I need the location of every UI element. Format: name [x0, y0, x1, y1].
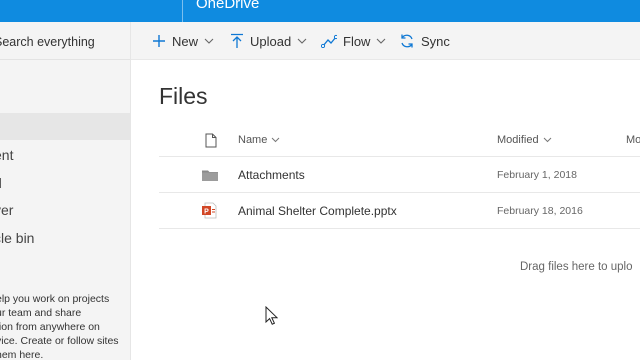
- promo-line: tion from anywhere on: [0, 321, 100, 333]
- promo-line: elp you work on projects: [0, 293, 110, 305]
- app-title[interactable]: OneDrive: [196, 0, 259, 14]
- promo-line: ur team and share: [0, 307, 82, 319]
- left-navigation: ent d ver cle bin elp you work on projec…: [0, 22, 131, 360]
- flow-icon: [321, 34, 337, 48]
- column-header-name[interactable]: Name: [238, 134, 280, 146]
- upload-icon: [230, 33, 244, 49]
- chevron-down-icon: [543, 137, 552, 143]
- file-list-header: Name Modified Mo: [159, 125, 640, 157]
- column-header-modified[interactable]: Modified: [497, 134, 552, 146]
- promo-line: hem here.: [0, 349, 44, 360]
- nav-item-discover[interactable]: ver: [0, 201, 13, 219]
- column-header-modified-label: Modified: [497, 134, 539, 146]
- new-button[interactable]: New: [152, 32, 214, 50]
- file-modified-date: February 1, 2018: [497, 169, 577, 181]
- upload-button-label: Upload: [250, 33, 292, 49]
- file-name[interactable]: Animal Shelter Complete.pptx: [238, 204, 397, 218]
- drag-files-hint: Drag files here to uplo: [520, 261, 633, 273]
- column-header-modified-by-label: Mo: [626, 134, 640, 146]
- plus-icon: [152, 34, 166, 48]
- nav-item-shared[interactable]: d: [0, 174, 2, 192]
- upload-button[interactable]: Upload: [230, 32, 307, 50]
- new-button-label: New: [172, 33, 199, 49]
- flow-button-label: Flow: [343, 33, 371, 49]
- chevron-down-icon: [271, 137, 280, 143]
- file-modified-date: February 18, 2016: [497, 205, 583, 217]
- file-type-header-icon[interactable]: [205, 133, 217, 153]
- file-name[interactable]: Attachments: [238, 168, 305, 182]
- nav-selected-highlight: [0, 113, 130, 140]
- mouse-pointer-icon: [265, 305, 279, 330]
- sync-button-label: Sync: [421, 33, 450, 49]
- nav-item-recent[interactable]: ent: [0, 146, 13, 164]
- command-bar: New Upload Flow Sync: [131, 22, 640, 60]
- table-row[interactable]: P Animal Shelter Complete.pptx February …: [159, 193, 640, 229]
- table-row[interactable]: Attachments February 1, 2018: [159, 157, 640, 193]
- nav-item-recycle-bin[interactable]: cle bin: [0, 229, 34, 247]
- flow-button[interactable]: Flow: [321, 32, 386, 50]
- powerpoint-file-icon: P: [202, 202, 217, 224]
- column-header-modified-by[interactable]: Mo: [626, 134, 640, 146]
- svg-text:P: P: [204, 208, 209, 215]
- page-title: Files: [159, 83, 208, 109]
- chevron-down-icon: [376, 38, 386, 44]
- folder-icon: [202, 168, 218, 186]
- column-header-name-label: Name: [238, 134, 268, 146]
- suite-bar: OneDrive: [0, 0, 640, 22]
- sync-icon: [399, 33, 415, 49]
- suite-bar-divider: [182, 0, 183, 22]
- promo-line: vice. Create or follow sites: [0, 335, 119, 347]
- sites-promo-text: elp you work on projects ur team and sha…: [0, 292, 130, 360]
- chevron-down-icon: [204, 38, 214, 44]
- search-input[interactable]: [0, 33, 128, 51]
- sync-button[interactable]: Sync: [399, 32, 450, 50]
- search-box[interactable]: [0, 22, 130, 60]
- chevron-down-icon: [297, 38, 307, 44]
